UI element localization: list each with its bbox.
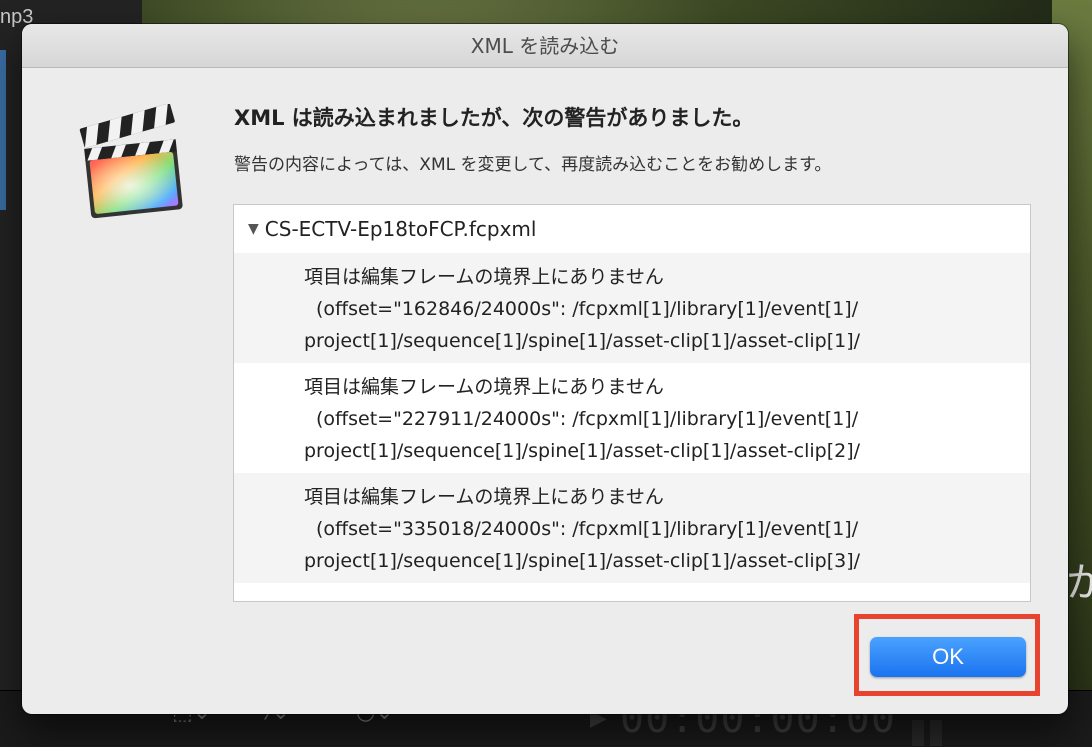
file-row[interactable]: ▼ CS-ECTV-Ep18toFCP.fcpxml (234, 205, 1030, 253)
dialog-heading: XML は読み込まれましたが、次の警告がありました。 (234, 106, 754, 130)
warning-item[interactable]: 項目は編集フレームの境界上にありません (offset="162846/2400… (234, 253, 1030, 363)
warning-detail: project[1]/sequence[1]/spine[1]/asset-cl… (304, 330, 861, 352)
triangle-down-icon[interactable]: ▼ (248, 221, 259, 237)
dialog-title: XML を読み込む (22, 24, 1068, 68)
warning-detail: project[1]/sequence[1]/spine[1]/asset-cl… (304, 550, 861, 572)
warning-detail: (offset="335018/24000s": /fcpxml[1]/libr… (316, 518, 859, 540)
import-xml-dialog: XML を読み込む XML は読み込まれましたが、次の警告がありました。 警告の… (22, 24, 1068, 714)
warning-item[interactable]: 項目は編集フレームの境界上にありません (offset="335018/2400… (234, 473, 1030, 583)
audio-meter-left (912, 720, 924, 746)
background-subtitle: か (1066, 560, 1092, 606)
audio-meter-right (930, 720, 942, 746)
warning-detail: project[1]/sequence[1]/spine[1]/asset-cl… (304, 440, 861, 462)
final-cut-pro-icon (79, 104, 183, 219)
warning-item[interactable]: 項目は編集フレームの境界上にありません (offset="227911/2400… (234, 363, 1030, 473)
warning-detail: (offset="162846/24000s": /fcpxml[1]/libr… (316, 298, 859, 320)
file-name: CS-ECTV-Ep18toFCP.fcpxml (264, 217, 537, 241)
dialog-subtext: 警告の内容によっては、XML を変更して、再度読み込むことをお勧めします。 (234, 155, 832, 175)
warning-list[interactable]: ▼ CS-ECTV-Ep18toFCP.fcpxml 項目は編集フレームの境界上… (233, 204, 1031, 602)
background-selection-bar (0, 50, 6, 210)
warning-message: 項目は編集フレームの境界上にありません (304, 266, 664, 288)
warning-detail: (offset="227911/24000s": /fcpxml[1]/libr… (316, 408, 859, 430)
warning-message: 項目は編集フレームの境界上にありません (304, 376, 664, 398)
warning-message: 項目は編集フレームの境界上にありません (304, 486, 664, 508)
ok-button[interactable]: OK (870, 637, 1026, 677)
